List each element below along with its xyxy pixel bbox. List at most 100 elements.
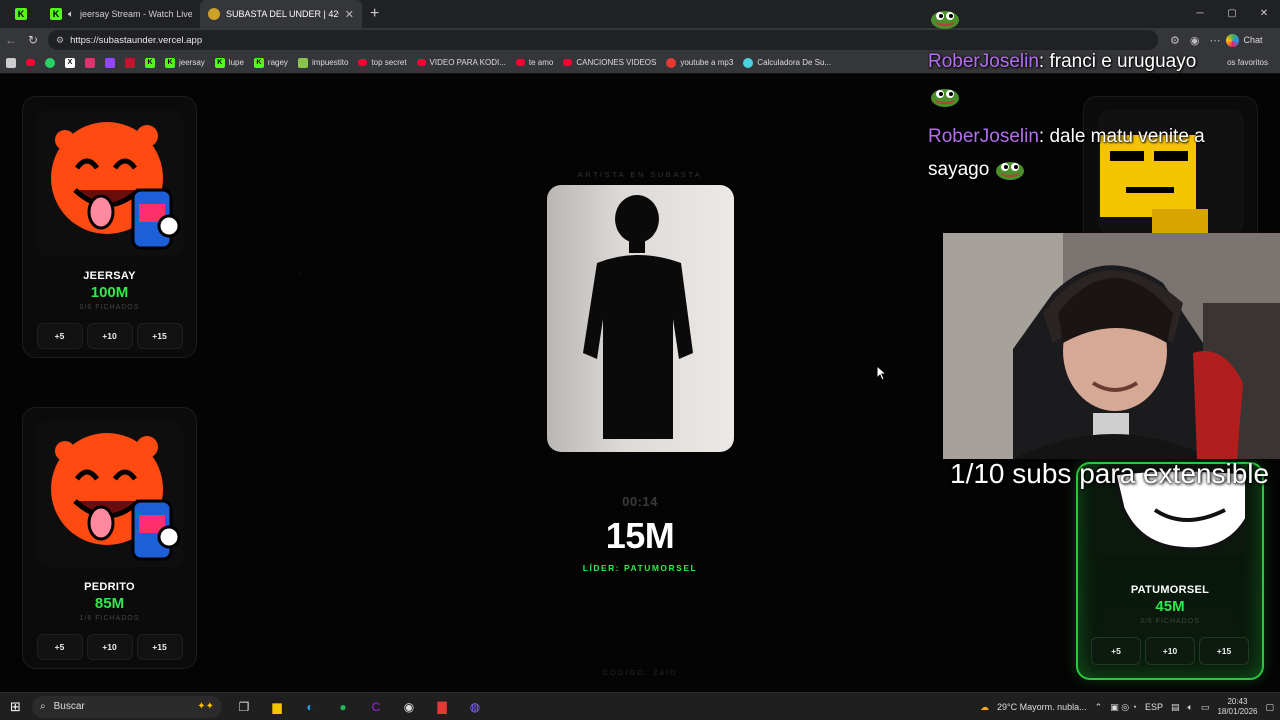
bid-plus-10-button[interactable]: +10 — [86, 634, 133, 660]
volume-icon[interactable]: 🔈︎ — [1188, 702, 1193, 713]
minimize-icon[interactable]: ─ — [1184, 0, 1216, 28]
bookmark-video-kodi[interactable]: VIDEO PARA KODI... — [416, 58, 506, 67]
team-signed-count: 0/6 FICHADOS — [79, 304, 140, 311]
site-info-icon[interactable]: ⚙ — [56, 35, 64, 46]
bookmark-apps[interactable] — [6, 57, 16, 68]
twitch-icon — [105, 57, 115, 68]
url-text: https://subastaunder.vercel.app — [70, 34, 203, 46]
windows-start-icon[interactable]: ⊞ — [10, 699, 21, 715]
tab-jeersay-stream[interactable]: K 🔈︎ jeersay Stream - Watch Live o — [42, 0, 200, 28]
file-explorer-icon[interactable]: ▆ — [267, 697, 287, 717]
system-tray: ☁ 29°C Mayorm. nubla... ⌃ ▣ ◎ ◔ ESP ▤ 🔈︎… — [980, 693, 1280, 720]
maximize-icon[interactable]: ▢ — [1216, 0, 1248, 28]
auction-center: ARTISTA EN SUBASTA 00:14 15M LÍDER: PATU… — [520, 170, 760, 592]
bookmark-youtube[interactable] — [26, 59, 35, 66]
task-view-icon[interactable]: ❐ — [234, 697, 254, 717]
bid-plus-15-button[interactable]: +15 — [1199, 637, 1249, 665]
bookmark-twitch[interactable] — [105, 57, 115, 68]
chat-text: sayago — [928, 159, 990, 181]
bookmark-lupe[interactable]: Klupe — [214, 57, 244, 68]
youtube-icon — [26, 59, 35, 66]
bookmark-label: youtube a mp3 — [680, 58, 734, 67]
bookmark-youtube-mp3[interactable]: youtube a mp3 — [666, 57, 734, 68]
apps-icon — [6, 57, 16, 68]
pepe-emote-icon — [931, 11, 959, 29]
url-field[interactable]: ⚙ https://subastaunder.vercel.app — [48, 30, 1158, 50]
video-app-icon[interactable]: ▇ — [432, 697, 452, 717]
team-avatar — [36, 421, 183, 567]
kick-icon: K — [165, 57, 175, 68]
app-c-icon[interactable]: C — [366, 697, 386, 717]
x-icon: X — [65, 57, 75, 68]
obs-icon[interactable]: ◉ — [399, 697, 419, 717]
bid-plus-15-button[interactable]: +15 — [136, 323, 183, 349]
mascot-icon — [36, 110, 183, 256]
notification-icon[interactable]: ▢ — [1265, 702, 1274, 713]
bookmark-te-amo[interactable]: te amo — [515, 58, 553, 67]
weather-text[interactable]: 29°C Mayorm. nubla... — [997, 702, 1087, 712]
bookmark-jeersay[interactable]: Kjeersay — [165, 57, 205, 68]
bookmark-calculadora[interactable]: Calculadora De Su... — [743, 57, 831, 68]
chevron-up-icon[interactable]: ⌃ — [1095, 702, 1103, 713]
bid-plus-5-button[interactable]: +5 — [36, 634, 83, 660]
bid-plus-10-button[interactable]: +10 — [86, 323, 133, 349]
taskbar-apps: ❐ ▆ ◐ ● C ◉ ▇ ◍ — [234, 697, 485, 717]
profile-icon[interactable]: ◉ — [1190, 34, 1200, 47]
speaker-icon[interactable]: 🔈︎ — [68, 9, 74, 20]
edge-icon[interactable]: ◐ — [300, 697, 320, 717]
bookmark-instagram[interactable] — [85, 57, 95, 68]
back-icon[interactable]: ← — [0, 33, 22, 47]
network-icon[interactable]: ▤ — [1171, 702, 1180, 713]
reload-icon[interactable]: ↻ — [22, 33, 44, 47]
sheet-icon — [297, 57, 308, 68]
bookmark-favoritos[interactable]: os favoritos — [1227, 58, 1268, 67]
taskbar-search[interactable]: ⌕ Buscar ✦✦ — [32, 695, 222, 718]
menu-icon[interactable]: ⋯ — [1209, 34, 1220, 47]
gold-icon — [208, 8, 220, 20]
bookmark-kick[interactable]: K — [145, 57, 155, 68]
tab-subasta[interactable]: SUBASTA DEL UNDER | 420 ✕ — [200, 0, 362, 28]
bid-plus-10-button[interactable]: +10 — [1145, 637, 1195, 665]
bid-plus-15-button[interactable]: +15 — [136, 634, 183, 660]
discord-icon[interactable]: ◍ — [465, 697, 485, 717]
chat-username: RoberJoselin — [928, 51, 1039, 72]
tray-icons[interactable]: ▣ ◎ ◔ — [1110, 702, 1137, 713]
bid-plus-5-button[interactable]: +5 — [1091, 637, 1141, 665]
close-tab-icon[interactable]: ✕ — [345, 8, 354, 21]
clock[interactable]: 20:43 18/01/2026 — [1217, 697, 1257, 717]
battery-icon[interactable]: ▭ — [1201, 702, 1210, 713]
spotify-icon[interactable]: ● — [333, 697, 353, 717]
language-indicator[interactable]: ESP — [1145, 702, 1163, 712]
tab-label: jeersay Stream - Watch Live o — [80, 9, 192, 19]
auction-timer: 00:14 — [622, 494, 658, 509]
team-avatar — [36, 110, 183, 256]
artist-photo — [546, 185, 734, 452]
artist-label: ARTISTA EN SUBASTA — [577, 170, 703, 179]
chat-username: RoberJoselin — [928, 126, 1039, 147]
window-controls: ─ ▢ ✕ — [1184, 0, 1280, 28]
calculator-icon — [743, 57, 754, 68]
bookmark-top-secret[interactable]: top secret — [358, 58, 407, 67]
new-tab-icon[interactable]: + — [370, 5, 379, 23]
team-signed-count: 3/6 FICHADOS — [1140, 618, 1200, 625]
copilot-chat-button[interactable]: Chat — [1226, 33, 1263, 47]
clock-date: 18/01/2026 — [1217, 707, 1258, 716]
team-budget: 100M — [90, 284, 129, 301]
bid-plus-5-button[interactable]: +5 — [36, 323, 83, 349]
extensions-icon[interactable]: ⚙ — [1170, 34, 1180, 47]
tab-kick[interactable]: K — [0, 0, 42, 28]
bookmark-canciones[interactable]: CANCIONES VIDEOS — [563, 58, 656, 67]
close-window-icon[interactable]: ✕ — [1248, 0, 1280, 28]
bookmark-label: jeersay — [179, 58, 205, 67]
bookmark-x[interactable]: X — [65, 57, 75, 68]
silhouette-icon — [582, 195, 693, 439]
bookmark-label: VIDEO PARA KODI... — [429, 58, 506, 67]
bookmark-impuestito[interactable]: impuestito — [297, 57, 349, 68]
bookmark-whatsapp[interactable] — [45, 57, 55, 68]
bookmark-red[interactable] — [125, 57, 135, 68]
whatsapp-icon — [45, 57, 55, 68]
bookmark-label: impuestito — [311, 58, 349, 67]
bookmark-ragey[interactable]: Kragey — [253, 57, 288, 68]
search-icon: ⌕ — [40, 701, 46, 712]
chat-message: sayago — [928, 159, 1025, 181]
